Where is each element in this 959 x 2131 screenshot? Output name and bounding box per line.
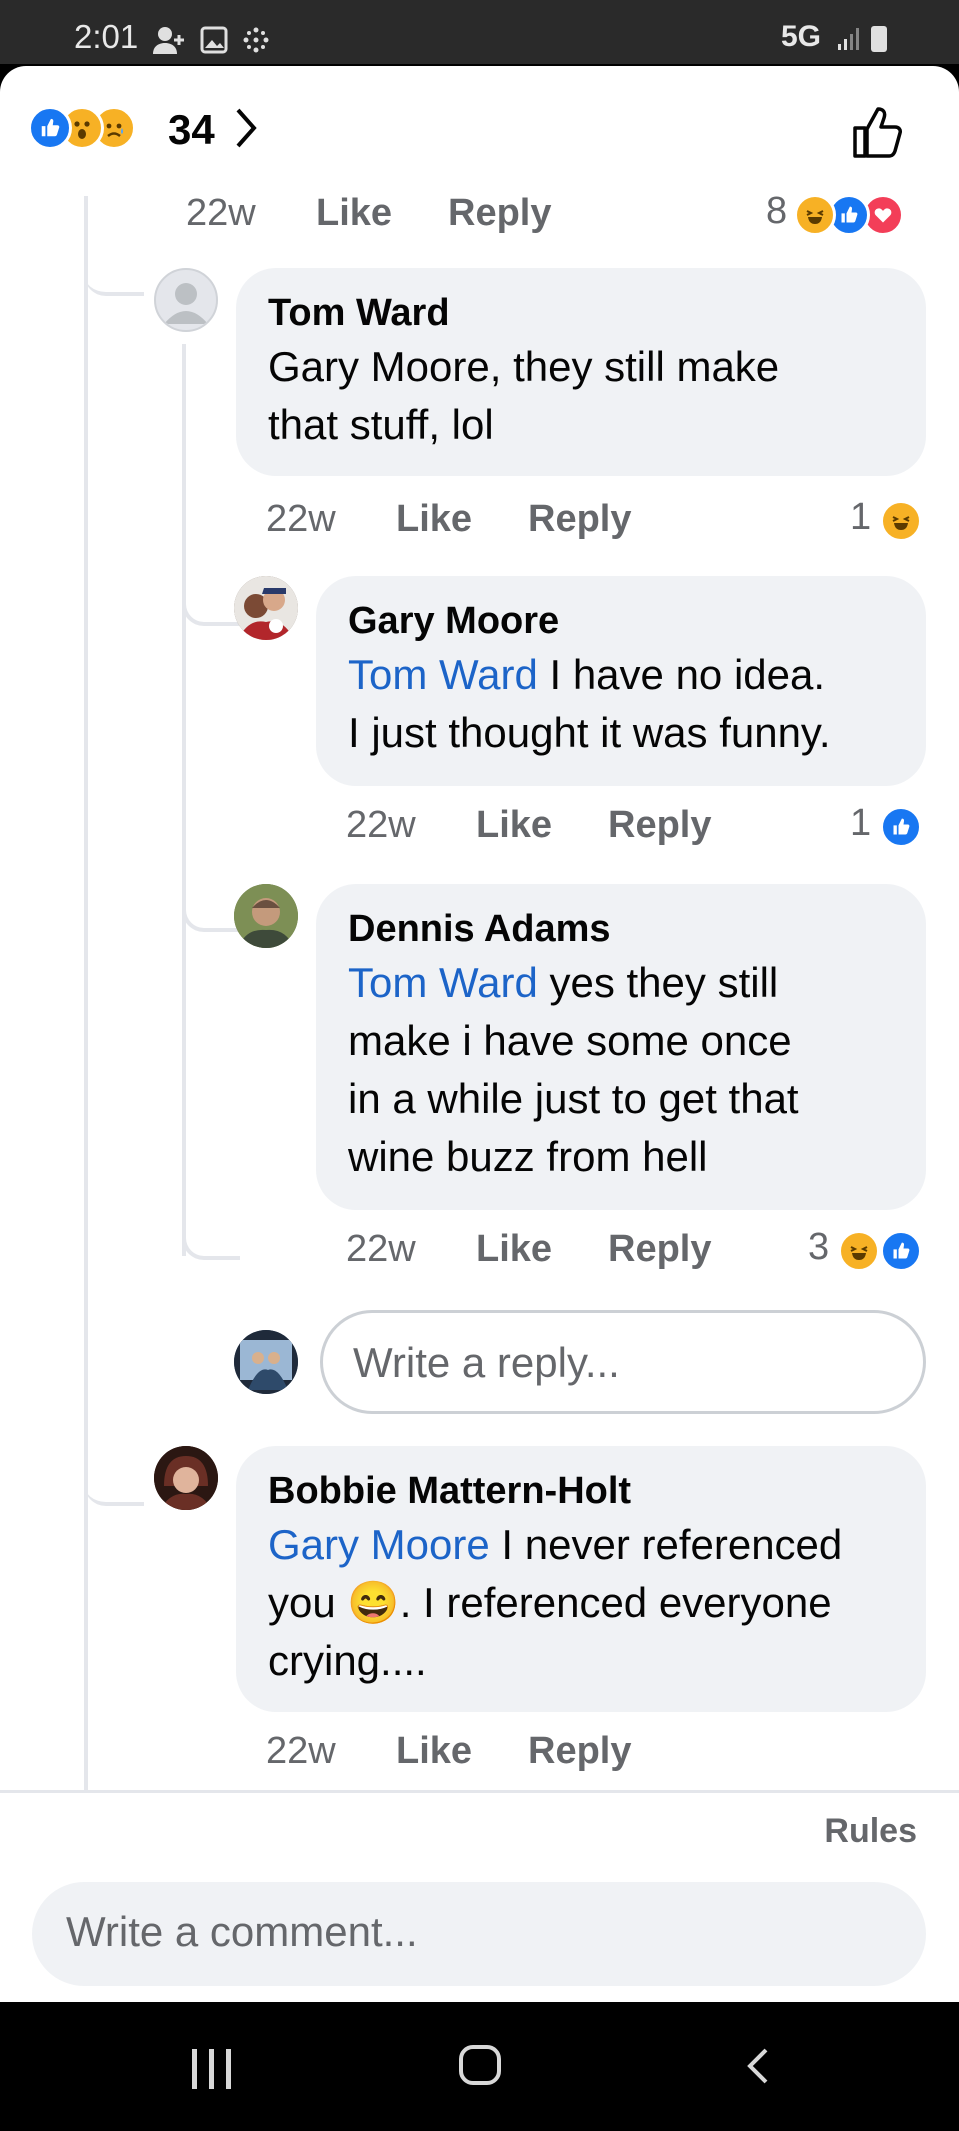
reaction-summary[interactable]: 3 bbox=[808, 1226, 928, 1276]
avatar[interactable] bbox=[234, 884, 298, 948]
system-nav-bar bbox=[0, 2002, 959, 2131]
like-button[interactable]: Like bbox=[476, 804, 552, 847]
reaction-summary[interactable]: 8 bbox=[766, 190, 926, 240]
comment-text: make i have some once bbox=[348, 1017, 792, 1064]
like-outline-icon[interactable] bbox=[849, 102, 909, 162]
comment-bubble[interactable]: Gary Moore Tom Ward I have no idea. I ju… bbox=[316, 576, 926, 786]
comment-bubble[interactable]: Bobbie Mattern-Holt Gary Moore I never r… bbox=[236, 1446, 926, 1712]
notification-icons bbox=[152, 22, 270, 55]
back-icon[interactable] bbox=[740, 2046, 780, 2086]
comment-actions: 22w Like Reply bbox=[266, 1730, 666, 1780]
mention-link[interactable]: Gary Moore bbox=[268, 1521, 490, 1568]
comment-age: 22w bbox=[266, 1730, 336, 1772]
comment-input[interactable]: Write a comment... bbox=[32, 1882, 926, 1986]
comments-sheet: 34 22w Like Reply 8 Tom Ward Gary Moore,… bbox=[0, 66, 959, 2002]
home-button[interactable] bbox=[459, 2045, 501, 2085]
reply-button[interactable]: Reply bbox=[528, 1730, 631, 1773]
comment-age: 22w bbox=[266, 498, 336, 540]
reply-button[interactable]: Reply bbox=[608, 1228, 711, 1271]
like-button[interactable]: Like bbox=[476, 1228, 552, 1271]
reaction-count: 1 bbox=[850, 496, 872, 538]
comment-text: that stuff, lol bbox=[268, 401, 494, 448]
gallery-icon bbox=[200, 26, 228, 54]
reaction-summary[interactable]: 1 bbox=[850, 496, 930, 546]
reaction-count: 3 bbox=[808, 1226, 830, 1268]
reactions-summary-button[interactable] bbox=[28, 106, 168, 152]
comment-text: I just thought it was funny. bbox=[348, 709, 831, 756]
comment-text: yes they still bbox=[537, 959, 779, 1006]
grinning-emoji: 😄 bbox=[347, 1579, 400, 1626]
comment-text: Gary Moore, they still make bbox=[268, 343, 780, 390]
comment-text: you bbox=[268, 1579, 348, 1626]
comment-author[interactable]: Dennis Adams bbox=[348, 904, 894, 954]
comment-actions: 22w Like Reply bbox=[346, 804, 746, 854]
mention-link[interactable]: Tom Ward bbox=[348, 651, 538, 698]
comment-age: 22w bbox=[346, 804, 416, 846]
reaction-count: 8 bbox=[766, 190, 788, 232]
like-button[interactable]: Like bbox=[396, 1730, 472, 1773]
avatar[interactable] bbox=[154, 1446, 218, 1510]
like-button[interactable]: Like bbox=[396, 498, 472, 541]
reply-button[interactable]: Reply bbox=[608, 804, 711, 847]
signal-icon bbox=[838, 28, 859, 50]
like-button[interactable]: Like bbox=[316, 192, 392, 235]
like-icon bbox=[880, 1230, 922, 1272]
status-time: 2:01 bbox=[74, 18, 139, 55]
reactions-count[interactable]: 34 bbox=[168, 106, 215, 154]
haha-icon bbox=[794, 194, 836, 236]
comment-age: 22w bbox=[186, 192, 256, 234]
reply-input[interactable]: Write a reply... bbox=[320, 1310, 926, 1414]
comment-author[interactable]: Bobbie Mattern-Holt bbox=[268, 1466, 894, 1516]
haha-icon bbox=[880, 500, 922, 542]
reply-button[interactable]: Reply bbox=[528, 498, 631, 541]
comment-author[interactable]: Tom Ward bbox=[268, 288, 894, 338]
comment-actions: 22w Like Reply bbox=[186, 192, 586, 242]
network-type: 5G bbox=[780, 20, 821, 53]
comment-text: . I referenced everyone bbox=[399, 1579, 832, 1626]
comment-bubble[interactable]: Tom Ward Gary Moore, they still make tha… bbox=[236, 268, 926, 476]
reaction-summary[interactable]: 1 bbox=[850, 802, 930, 852]
thread-connector bbox=[84, 1466, 144, 1506]
haha-icon bbox=[838, 1230, 880, 1272]
reactions-header: 34 bbox=[0, 66, 959, 192]
reply-button[interactable]: Reply bbox=[448, 192, 551, 235]
thread-line-nested bbox=[182, 344, 186, 1256]
comment-actions: 22w Like Reply bbox=[266, 498, 666, 548]
current-user-avatar bbox=[234, 1330, 298, 1394]
reaction-count: 1 bbox=[850, 802, 872, 844]
thread-connector bbox=[182, 888, 240, 932]
thread-line bbox=[84, 196, 88, 1790]
like-icon bbox=[880, 806, 922, 848]
comment-author[interactable]: Gary Moore bbox=[348, 596, 894, 646]
battery-icon bbox=[871, 26, 887, 52]
status-bar: 2:01 5G bbox=[0, 0, 959, 64]
comment-age: 22w bbox=[346, 1228, 416, 1270]
avatar[interactable] bbox=[234, 576, 298, 640]
comment-text: crying.... bbox=[268, 1637, 427, 1684]
add-friend-icon bbox=[153, 26, 184, 54]
comment-actions: 22w Like Reply bbox=[346, 1228, 746, 1278]
thread-connector bbox=[84, 236, 144, 296]
rules-link[interactable]: Rules bbox=[824, 1812, 917, 1851]
chevron-right-icon[interactable] bbox=[234, 106, 260, 160]
dots-grid-icon bbox=[243, 27, 269, 53]
mention-link[interactable]: Tom Ward bbox=[348, 959, 538, 1006]
recent-apps-button[interactable] bbox=[192, 2049, 236, 2089]
divider bbox=[0, 1790, 959, 1793]
thread-connector bbox=[182, 582, 240, 626]
comment-text: in a while just to get that bbox=[348, 1075, 799, 1122]
comment-text: I never referenced bbox=[489, 1521, 843, 1568]
avatar[interactable] bbox=[154, 268, 218, 332]
comment-text: I have no idea. bbox=[537, 651, 826, 698]
comment-bubble[interactable]: Dennis Adams Tom Ward yes they still mak… bbox=[316, 884, 926, 1210]
like-icon bbox=[28, 106, 72, 150]
comment-text: wine buzz from hell bbox=[348, 1133, 708, 1180]
thread-connector bbox=[182, 1216, 240, 1260]
